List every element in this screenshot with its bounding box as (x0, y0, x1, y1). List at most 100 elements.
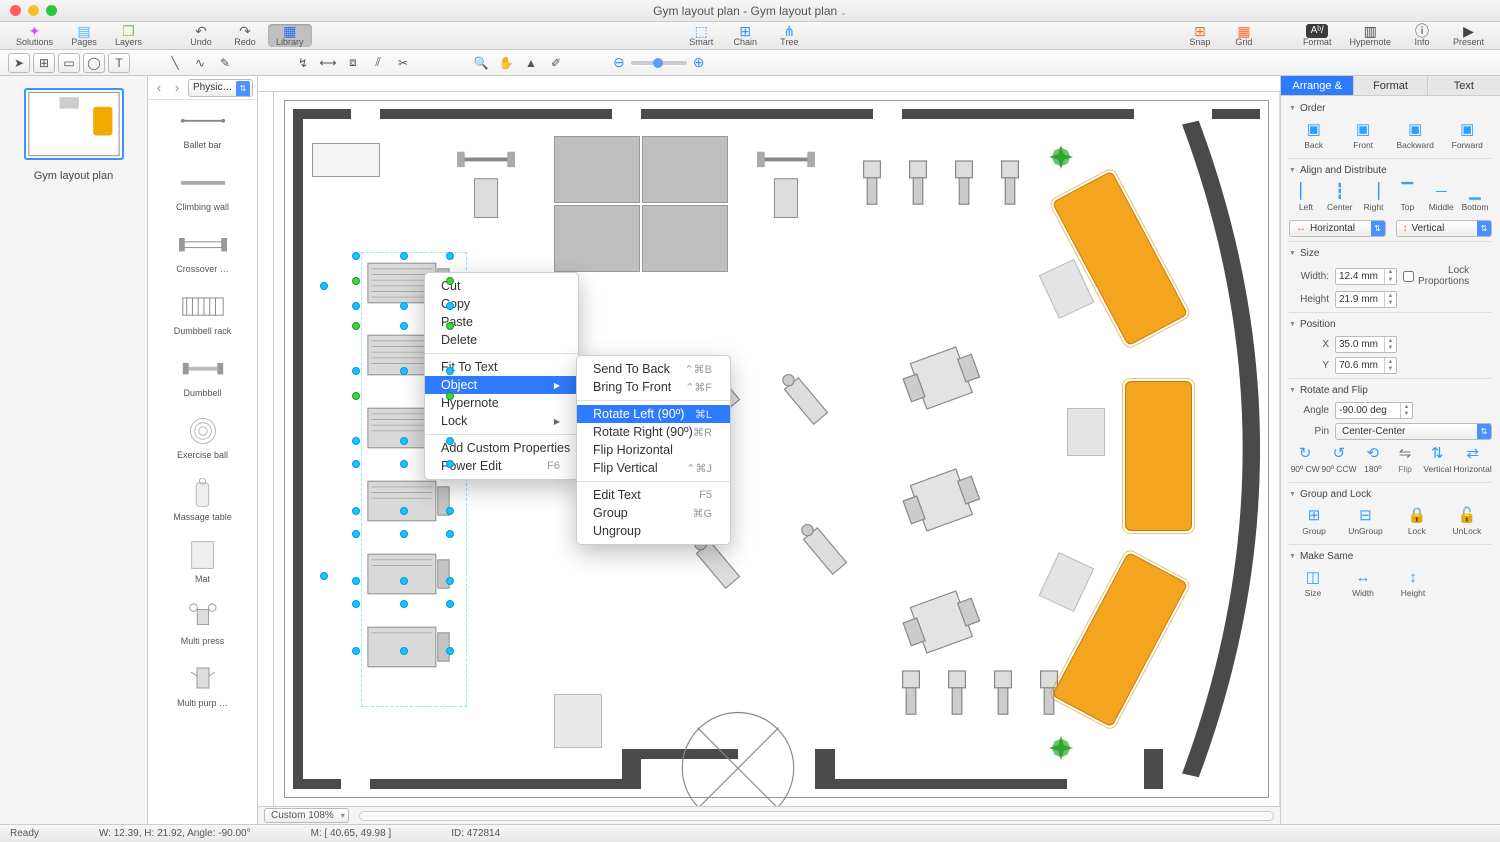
tab-format[interactable]: Format (1354, 76, 1427, 95)
line-tool[interactable]: ╲ (164, 53, 186, 73)
tree-button[interactable]: ⋔Tree (768, 24, 810, 47)
menu-ungroup[interactable]: Ungroup (577, 522, 730, 540)
same-height[interactable]: ↕Height (1397, 568, 1429, 598)
lib-item-climbing-wall[interactable]: Climbing wall (148, 162, 257, 224)
rotate-ccw[interactable]: ↺90º CCW (1321, 444, 1356, 474)
grid-button[interactable]: ▦Grid (1223, 24, 1265, 47)
zoom-dropdown[interactable]: Custom 108% (264, 808, 349, 823)
same-width[interactable]: ↔Width (1347, 568, 1379, 598)
layers-button[interactable]: ❐Layers (107, 24, 150, 47)
curve-tool[interactable]: ∿ (189, 53, 211, 73)
join-tool[interactable]: ⫽ (367, 53, 389, 73)
menu-rotate-right[interactable]: Rotate Right (90º)⌘R (577, 423, 730, 441)
width-input[interactable]: 12.4 mm▲▼ (1335, 268, 1397, 285)
y-input[interactable]: 70.6 mm▲▼ (1335, 357, 1397, 374)
menu-bring-to-front[interactable]: Bring To Front⌃⌘F (577, 378, 730, 396)
magnifier-tool[interactable]: 🔍 (470, 53, 492, 73)
menu-flip-horizontal[interactable]: Flip Horizontal (577, 441, 730, 459)
lib-back[interactable]: ‹ (152, 81, 166, 95)
order-back[interactable]: ▣Back (1298, 120, 1330, 150)
eyedropper-tool[interactable]: ✐ (545, 53, 567, 73)
hand-tool[interactable]: ✋ (495, 53, 517, 73)
snap-button[interactable]: ⊞Snap (1179, 24, 1221, 47)
tab-text[interactable]: Text (1428, 76, 1500, 95)
lib-item-dumbbell-rack[interactable]: Dumbbell rack (148, 286, 257, 348)
library-dropdown[interactable]: Physic…⇅ (188, 79, 253, 97)
rotate-180[interactable]: ⟲180º (1357, 444, 1389, 474)
present-button[interactable]: ▶Present (1445, 24, 1492, 47)
lib-item-crossover[interactable]: Crossover … (148, 224, 257, 286)
menu-lock[interactable]: Lock (425, 412, 578, 430)
lock-proportions[interactable] (1403, 271, 1414, 282)
distribute-horizontal[interactable]: ↔Horizontal⇅ (1289, 220, 1386, 237)
library-button[interactable]: ▦Library (268, 24, 312, 47)
angle-input[interactable]: -90.00 deg▲▼ (1335, 402, 1413, 419)
lib-item-multi-press[interactable]: Multi press (148, 596, 257, 658)
pin-dropdown[interactable]: Center-Center⇅ (1335, 423, 1492, 440)
page-thumbnail[interactable] (24, 88, 124, 160)
chain-button[interactable]: ⊞Chain (724, 24, 766, 47)
node-tool[interactable]: ↯ (292, 53, 314, 73)
unlock-button[interactable]: 🔓UnLock (1451, 506, 1483, 536)
rect-tool[interactable]: ▭ (58, 53, 80, 73)
info-button[interactable]: ⓘInfo (1401, 24, 1443, 47)
menu-flip-vertical[interactable]: Flip Vertical⌃⌘J (577, 459, 730, 477)
order-forward[interactable]: ▣Forward (1451, 120, 1483, 150)
menu-delete[interactable]: Delete (425, 331, 578, 349)
lib-item-exercise-ball[interactable]: Exercise ball (148, 410, 257, 472)
rotate-cw[interactable]: ↻90º CW (1289, 444, 1321, 474)
undo-button[interactable]: ↶Undo (180, 24, 222, 47)
menu-rotate-left[interactable]: Rotate Left (90º)⌘L (577, 405, 730, 423)
smart-button[interactable]: ⬚Smart (680, 24, 722, 47)
flip-horizontal[interactable]: ⇄Horizontal (1454, 444, 1492, 474)
bucket-tool[interactable]: ▲ (520, 53, 542, 73)
flip-vertical[interactable]: ⇅Vertical (1421, 444, 1453, 474)
x-input[interactable]: 35.0 mm▲▼ (1335, 336, 1397, 353)
zoom-slider[interactable] (631, 61, 687, 65)
align-top[interactable]: ▔Top (1391, 182, 1423, 212)
solutions-button[interactable]: ✦Solutions (8, 24, 61, 47)
order-backward[interactable]: ▣Backward (1397, 120, 1434, 150)
format-button[interactable]: Aᵇ/Format (1295, 24, 1340, 47)
lib-item-massage-table[interactable]: Massage table (148, 472, 257, 534)
title-dropdown-icon[interactable]: ⌄ (840, 8, 847, 17)
hypernote-button[interactable]: ▥Hypernote (1341, 24, 1399, 47)
distribute-vertical[interactable]: ↕Vertical⇅ (1396, 220, 1493, 237)
menu-group[interactable]: Group⌘G (577, 504, 730, 522)
pointer-tool[interactable]: ➤ (8, 53, 30, 73)
break-tool[interactable]: ⧈ (342, 53, 364, 73)
lib-item-multi-purp[interactable]: Multi purp … (148, 658, 257, 720)
lib-forward[interactable]: › (170, 81, 184, 95)
menu-edit-text[interactable]: Edit TextF5 (577, 486, 730, 504)
redo-button[interactable]: ↷Redo (224, 24, 266, 47)
align-middle[interactable]: ─Middle (1425, 182, 1457, 212)
pen-tool[interactable]: ✎ (214, 53, 236, 73)
dimension-tool[interactable]: ⟷ (317, 53, 339, 73)
ellipse-tool[interactable]: ◯ (83, 53, 105, 73)
text-box-tool[interactable]: ⊞ (33, 53, 55, 73)
undo-icon: ↶ (192, 24, 210, 38)
align-bottom[interactable]: ▁Bottom (1459, 182, 1491, 212)
ungroup-button[interactable]: ⊟UnGroup (1348, 506, 1383, 536)
group-button[interactable]: ⊞Group (1298, 506, 1330, 536)
height-input[interactable]: 21.9 mm▲▼ (1335, 291, 1397, 308)
zoom-out-icon[interactable]: ⊖ (613, 54, 625, 71)
align-center[interactable]: ┇Center (1324, 182, 1356, 212)
lib-item-mat[interactable]: Mat (148, 534, 257, 596)
zoom-in-icon[interactable]: ⊕ (693, 54, 705, 71)
order-front[interactable]: ▣Front (1347, 120, 1379, 150)
same-size[interactable]: ◫Size (1297, 568, 1329, 598)
drawing-canvas[interactable]: Cut Copy Paste Delete Fit To Text Object… (274, 92, 1280, 806)
align-left[interactable]: ▏Left (1290, 182, 1322, 212)
lock-button[interactable]: 🔒Lock (1401, 506, 1433, 536)
lib-item-dumbbell[interactable]: Dumbbell (148, 348, 257, 410)
align-right[interactable]: ▕Right (1358, 182, 1390, 212)
pages-button[interactable]: ▤Pages (63, 24, 105, 47)
tab-arrange-size[interactable]: Arrange & Size (1281, 76, 1354, 95)
scissors-tool[interactable]: ✂ (392, 53, 414, 73)
menu-send-to-back[interactable]: Send To Back⌃⌘B (577, 360, 730, 378)
flip-button[interactable]: ⇋Flip (1389, 444, 1421, 474)
lib-item-ballet-bar[interactable]: Ballet bar (148, 100, 257, 162)
text-tool[interactable]: T (108, 53, 130, 73)
horizontal-scrollbar[interactable] (359, 811, 1274, 821)
